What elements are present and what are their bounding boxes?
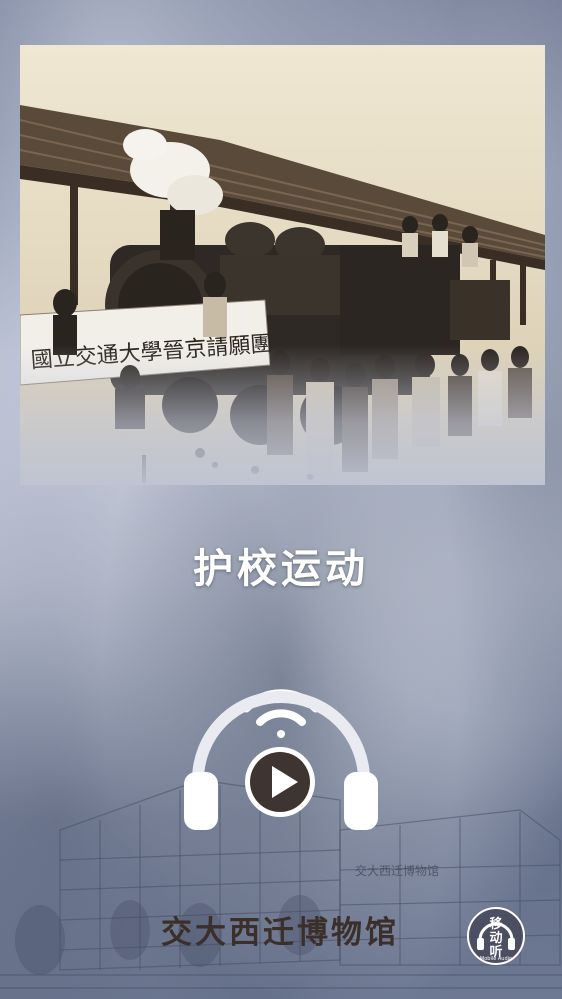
badge-line-1: 移 — [489, 917, 503, 932]
audio-player — [170, 680, 392, 840]
historical-photo: 國立交通大學晉京請願團 — [20, 45, 545, 485]
mobile-listen-badge[interactable]: Mobile Audio 移 动 听 — [466, 906, 526, 966]
badge-line-3: 听 — [489, 945, 503, 960]
badge-line-2: 动 — [489, 931, 503, 946]
page-title: 护校运动 — [193, 545, 369, 592]
badge-label: 移 动 听 — [466, 918, 526, 960]
museum-name: 交大西迁博物馆 — [161, 915, 399, 951]
photo-ink-fade — [20, 345, 545, 485]
play-button[interactable] — [242, 744, 318, 820]
building-sign-text: 交大西迁博物馆 — [355, 863, 439, 878]
play-icon — [245, 747, 315, 817]
